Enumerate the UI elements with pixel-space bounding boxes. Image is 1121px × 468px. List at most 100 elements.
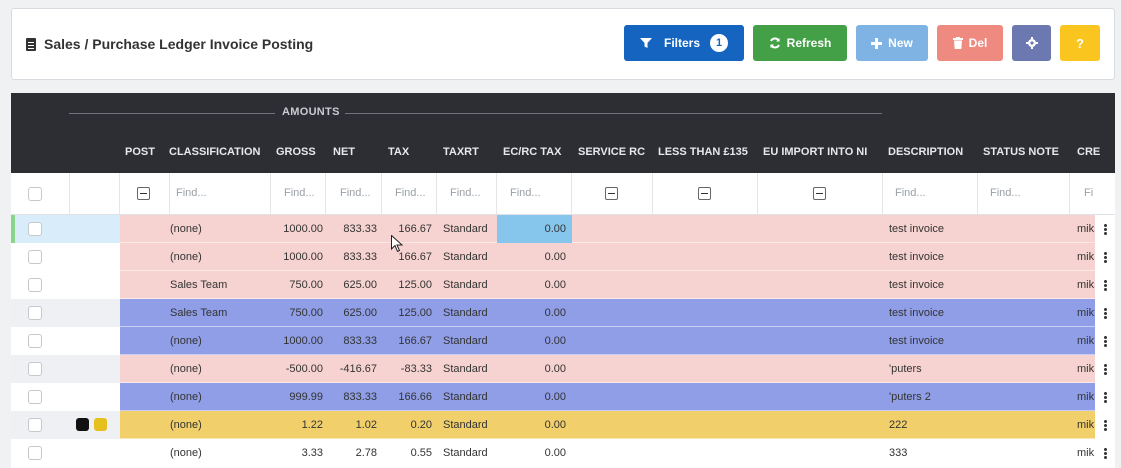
cell-ecrc[interactable]: 0.00 bbox=[545, 363, 566, 375]
cell-gross[interactable]: 750.00 bbox=[289, 307, 323, 319]
net-find-input[interactable]: Find... bbox=[340, 187, 371, 199]
select-all-checkbox[interactable] bbox=[28, 187, 42, 201]
cell-net[interactable]: 833.33 bbox=[343, 223, 377, 235]
cell-ecrc[interactable]: 0.00 bbox=[545, 223, 566, 235]
cell-taxrt[interactable]: Standard bbox=[443, 391, 488, 403]
cell-taxrt[interactable]: Standard bbox=[443, 307, 488, 319]
row-checkbox[interactable] bbox=[28, 446, 42, 460]
column-service-rc[interactable]: SERVICE RC bbox=[578, 146, 645, 158]
cell-net[interactable]: 1.02 bbox=[356, 419, 377, 431]
taxrt-find-input[interactable]: Find... bbox=[450, 187, 481, 199]
cell-net[interactable]: -416.67 bbox=[340, 363, 377, 375]
description-find-input[interactable]: Find... bbox=[895, 187, 926, 199]
classification-find-input[interactable]: Find... bbox=[176, 187, 207, 199]
cell-tax[interactable]: 0.20 bbox=[411, 419, 432, 431]
cell-tax[interactable]: 125.00 bbox=[398, 279, 432, 291]
eu-import-filter-toggle[interactable] bbox=[813, 187, 826, 200]
row-checkbox[interactable] bbox=[28, 278, 42, 292]
cell-net[interactable]: 833.33 bbox=[343, 335, 377, 347]
cell-tax[interactable]: -83.33 bbox=[401, 363, 432, 375]
cell-net[interactable]: 625.00 bbox=[343, 279, 377, 291]
ecrc-find-input[interactable]: Find... bbox=[510, 187, 541, 199]
row-checkbox[interactable] bbox=[28, 250, 42, 264]
row-menu-icon[interactable] bbox=[1095, 439, 1115, 467]
cell-net[interactable]: 833.33 bbox=[343, 251, 377, 263]
settings-button[interactable] bbox=[1012, 25, 1051, 61]
filters-button[interactable]: Filters 1 bbox=[624, 25, 744, 61]
cell-description[interactable]: test invoice bbox=[889, 335, 944, 347]
cell-taxrt[interactable]: Standard bbox=[443, 335, 488, 347]
cell-ecrc[interactable]: 0.00 bbox=[545, 307, 566, 319]
cell-ecrc[interactable]: 0.00 bbox=[545, 391, 566, 403]
row-menu-icon[interactable] bbox=[1095, 411, 1115, 439]
row-checkbox[interactable] bbox=[28, 334, 42, 348]
table-row[interactable]: (none) 1000.00 833.33 166.67 Standard 0.00 tes… bbox=[11, 215, 1115, 243]
cell-net[interactable]: 625.00 bbox=[343, 307, 377, 319]
cell-classification[interactable]: Sales Team bbox=[170, 307, 227, 319]
cell-gross[interactable]: -500.00 bbox=[286, 363, 323, 375]
cell-cre[interactable]: mik bbox=[1077, 391, 1094, 403]
cell-cre[interactable]: mik bbox=[1077, 419, 1094, 431]
gross-find-input[interactable]: Find... bbox=[284, 187, 315, 199]
column-gross[interactable]: GROSS bbox=[276, 146, 316, 158]
table-row[interactable]: Sales Team 750.00 625.00 125.00 Standard 0.00… bbox=[11, 299, 1115, 327]
row-checkbox[interactable] bbox=[28, 390, 42, 404]
cell-gross[interactable]: 1000.00 bbox=[283, 223, 323, 235]
cell-classification[interactable]: (none) bbox=[170, 419, 202, 431]
cell-taxrt[interactable]: Standard bbox=[443, 279, 488, 291]
row-menu-icon[interactable] bbox=[1095, 243, 1115, 271]
cell-cre[interactable]: mik bbox=[1077, 307, 1094, 319]
cell-gross[interactable]: 1000.00 bbox=[283, 335, 323, 347]
cell-gross[interactable]: 999.99 bbox=[289, 391, 323, 403]
cell-description[interactable]: 'puters bbox=[889, 363, 922, 375]
cell-tax[interactable]: 166.67 bbox=[398, 223, 432, 235]
cell-gross[interactable]: 1.22 bbox=[302, 419, 323, 431]
column-ecrc-tax[interactable]: EC/RC TAX bbox=[503, 146, 561, 158]
table-row[interactable]: (none) 1000.00 833.33 166.67 Standard 0.00 tes… bbox=[11, 327, 1115, 355]
cell-net[interactable]: 833.33 bbox=[343, 391, 377, 403]
cell-tax[interactable]: 166.67 bbox=[398, 335, 432, 347]
column-post[interactable]: POST bbox=[125, 146, 155, 158]
service-rc-filter-toggle[interactable] bbox=[605, 187, 618, 200]
refresh-button[interactable]: Refresh bbox=[753, 25, 847, 61]
cell-cre[interactable]: mik bbox=[1077, 251, 1094, 263]
column-status-note[interactable]: STATUS NOTE bbox=[983, 146, 1059, 158]
table-row[interactable]: (none) -500.00 -416.67 -83.33 Standard 0.00 'p… bbox=[11, 355, 1115, 383]
cell-description[interactable]: 'puters 2 bbox=[889, 391, 931, 403]
cell-gross[interactable]: 1000.00 bbox=[283, 251, 323, 263]
row-checkbox[interactable] bbox=[28, 306, 42, 320]
cell-gross[interactable]: 3.33 bbox=[302, 447, 323, 459]
cell-tax[interactable]: 166.66 bbox=[398, 391, 432, 403]
cell-ecrc[interactable]: 0.00 bbox=[545, 251, 566, 263]
cell-cre[interactable]: mik bbox=[1077, 447, 1094, 459]
cell-taxrt[interactable]: Standard bbox=[443, 223, 488, 235]
cell-description[interactable]: 333 bbox=[889, 447, 907, 459]
status-note-find-input[interactable]: Find... bbox=[990, 187, 1021, 199]
cell-description[interactable]: test invoice bbox=[889, 251, 944, 263]
row-checkbox[interactable] bbox=[28, 418, 42, 432]
cell-taxrt[interactable]: Standard bbox=[443, 251, 488, 263]
cell-tax[interactable]: 166.67 bbox=[398, 251, 432, 263]
cell-classification[interactable]: (none) bbox=[170, 447, 202, 459]
table-row[interactable]: (none) 3.33 2.78 0.55 Standard 0.00 333 mik bbox=[11, 439, 1115, 467]
cell-taxrt[interactable]: Standard bbox=[443, 447, 488, 459]
new-button[interactable]: New bbox=[856, 25, 928, 61]
cell-classification[interactable]: (none) bbox=[170, 251, 202, 263]
column-cre[interactable]: CRE bbox=[1077, 146, 1100, 158]
post-filter-toggle[interactable] bbox=[137, 187, 150, 200]
cell-taxrt[interactable]: Standard bbox=[443, 363, 488, 375]
table-row[interactable]: (none) 1000.00 833.33 166.67 Standard 0.00 tes… bbox=[11, 243, 1115, 271]
cell-cre[interactable]: mik bbox=[1077, 363, 1094, 375]
cell-cre[interactable]: mik bbox=[1077, 223, 1094, 235]
column-less-than[interactable]: LESS THAN £135 bbox=[658, 146, 748, 158]
column-eu-import[interactable]: EU IMPORT INTO NI bbox=[763, 146, 867, 158]
column-taxrt[interactable]: TAXRT bbox=[443, 146, 479, 158]
row-checkbox[interactable] bbox=[28, 222, 42, 236]
cell-net[interactable]: 2.78 bbox=[356, 447, 377, 459]
row-menu-icon[interactable] bbox=[1095, 299, 1115, 327]
cell-classification[interactable]: (none) bbox=[170, 391, 202, 403]
less-than-filter-toggle[interactable] bbox=[698, 187, 711, 200]
cell-description[interactable]: test invoice bbox=[889, 223, 944, 235]
tax-find-input[interactable]: Find... bbox=[395, 187, 426, 199]
row-checkbox[interactable] bbox=[28, 362, 42, 376]
